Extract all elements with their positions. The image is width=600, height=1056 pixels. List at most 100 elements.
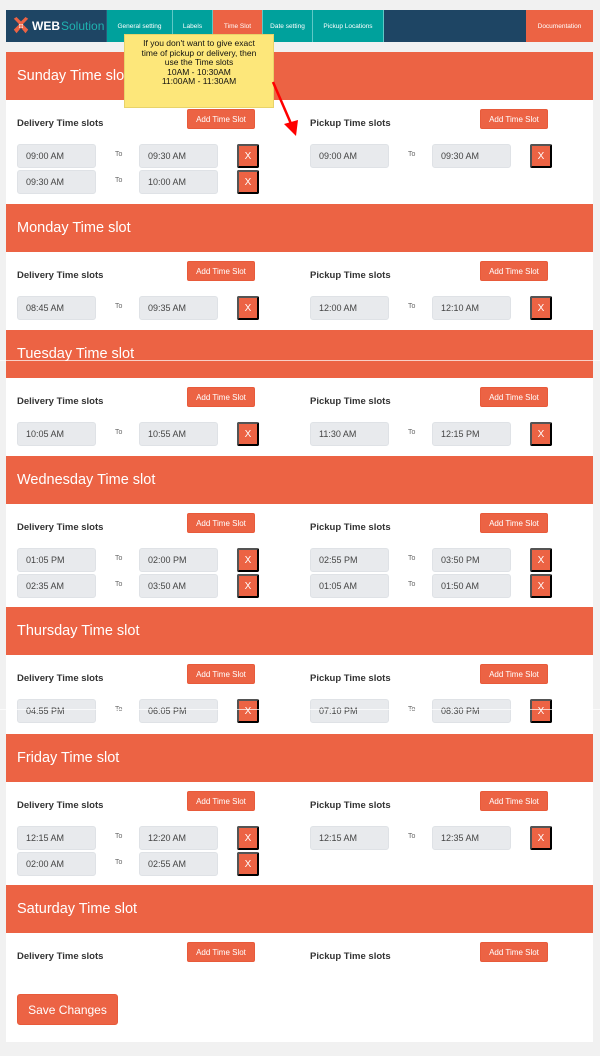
day-header: Friday Time slot [6, 734, 593, 782]
tab-pickup-locations[interactable]: Pickup Locations [313, 10, 384, 42]
start-time-input[interactable]: 07:10 PM [310, 699, 389, 723]
add-delivery-slot-button[interactable]: Add Time Slot [187, 261, 255, 281]
delivery-title: Delivery Time slots [17, 522, 104, 533]
start-time-input[interactable]: 01:05 PM [17, 548, 96, 572]
pickup-title: Pickup Time slots [310, 522, 391, 533]
remove-slot-button[interactable]: X [237, 422, 259, 446]
start-time-input[interactable]: 08:45 AM [17, 296, 96, 320]
delivery-title: Delivery Time slots [17, 800, 104, 811]
day-section: Tuesday Time slot Delivery Time slots Add … [6, 330, 593, 456]
end-time-input[interactable]: 10:55 AM [139, 422, 218, 446]
remove-slot-button[interactable]: X [530, 826, 552, 850]
remove-slot-button[interactable]: X [530, 548, 552, 572]
annotation-note: If you don't want to give exact time of … [124, 34, 274, 108]
delivery-slot-row: 02:00 AM To 02:55 AM X [17, 852, 260, 876]
remove-slot-button[interactable]: X [237, 852, 259, 876]
add-delivery-slot-button[interactable]: Add Time Slot [187, 942, 255, 962]
end-time-input[interactable]: 09:30 AM [139, 144, 218, 168]
start-time-input[interactable]: 01:05 AM [310, 574, 389, 598]
end-time-input[interactable]: 09:35 AM [139, 296, 218, 320]
delivery-title: Delivery Time slots [17, 118, 104, 129]
remove-slot-button[interactable]: X [237, 144, 259, 168]
delivery-title: Delivery Time slots [17, 396, 104, 407]
end-time-input[interactable]: 12:20 AM [139, 826, 218, 850]
delivery-slot-row: 04:55 PMTo06:05 PMX [17, 699, 260, 723]
add-delivery-slot-button[interactable]: Add Time Slot [187, 791, 255, 811]
remove-slot-button[interactable]: X [530, 296, 552, 320]
remove-slot-button[interactable]: X [237, 826, 259, 850]
add-pickup-slot-button[interactable]: Add Time Slot [480, 942, 548, 962]
end-time-input[interactable]: 08:30 PM [432, 699, 511, 723]
add-delivery-slot-button[interactable]: Add Time Slot [187, 513, 255, 533]
nav-spacer [384, 10, 526, 42]
add-delivery-slot-button[interactable]: Add Time Slot [187, 109, 255, 129]
add-pickup-slot-button[interactable]: Add Time Slot [480, 513, 548, 533]
to-label: To [115, 581, 123, 588]
day-body: Delivery Time slots Add Time Slot 12:15 AM… [6, 782, 593, 886]
time-slot-panel: Save Changes Sunday Time slot Delivery Ti… [6, 52, 593, 1042]
pickup-title: Pickup Time slots [310, 673, 391, 684]
day-section: Monday Time slot Delivery Time slots Add T… [6, 204, 593, 330]
tab-documentation[interactable]: Documentation [526, 10, 593, 42]
end-time-input[interactable]: 02:55 AM [139, 852, 218, 876]
logo: π WEB Solution [6, 10, 107, 42]
add-pickup-slot-button[interactable]: Add Time Slot [480, 261, 548, 281]
end-time-input[interactable]: 12:15 PM [432, 422, 511, 446]
end-time-input[interactable]: 06:05 PM [139, 699, 218, 723]
start-time-input[interactable]: 10:05 AM [17, 422, 96, 446]
pickup-title: Pickup Time slots [310, 270, 391, 281]
end-time-input[interactable]: 02:00 PM [139, 548, 218, 572]
add-delivery-slot-button[interactable]: Add Time Slot [187, 387, 255, 407]
day-header: Thursday Time slot [6, 607, 593, 655]
logo-text-web: WEB [32, 19, 60, 33]
screenshot-seam [0, 360, 600, 361]
delivery-slot-row: 01:05 PM To 02:00 PM X [17, 548, 260, 572]
day-body: Delivery Time slots Add Time Slot 01:05 PM… [6, 504, 593, 608]
start-time-input[interactable]: 02:35 AM [17, 574, 96, 598]
remove-slot-button[interactable]: X [237, 574, 259, 598]
logo-icon: π [13, 17, 29, 34]
end-time-input[interactable]: 09:30 AM [432, 144, 511, 168]
add-pickup-slot-button[interactable]: Add Time Slot [480, 109, 548, 129]
add-pickup-slot-button[interactable]: Add Time Slot [480, 387, 548, 407]
start-time-input[interactable]: 12:15 AM [310, 826, 389, 850]
pickup-slot-row: 12:15 AM To 12:35 AM X [310, 826, 553, 850]
start-time-input[interactable]: 04:55 PM [17, 699, 96, 723]
start-time-input[interactable]: 12:15 AM [17, 826, 96, 850]
end-time-input[interactable]: 03:50 PM [432, 548, 511, 572]
remove-slot-button[interactable]: X [237, 548, 259, 572]
remove-slot-button[interactable]: X [530, 422, 552, 446]
start-time-input[interactable]: 02:55 PM [310, 548, 389, 572]
to-label: To [115, 177, 123, 184]
remove-slot-button[interactable]: X [237, 699, 259, 723]
add-delivery-slot-button[interactable]: Add Time Slot [187, 664, 255, 684]
delivery-slot-row: 09:00 AM To 09:30 AM X [17, 144, 260, 168]
start-time-input[interactable]: 02:00 AM [17, 852, 96, 876]
delivery-title: Delivery Time slots [17, 951, 104, 962]
start-time-input[interactable]: 09:00 AM [310, 144, 389, 168]
remove-slot-button[interactable]: X [530, 699, 552, 723]
add-pickup-slot-button[interactable]: Add Time Slot [480, 664, 548, 684]
end-time-input[interactable]: 03:50 AM [139, 574, 218, 598]
to-label: To [408, 151, 416, 158]
end-time-input[interactable]: 01:50 AM [432, 574, 511, 598]
end-time-input[interactable]: 12:10 AM [432, 296, 511, 320]
remove-slot-button[interactable]: X [237, 296, 259, 320]
to-label: To [408, 303, 416, 310]
remove-slot-button[interactable]: X [530, 144, 552, 168]
end-time-input[interactable]: 12:35 AM [432, 826, 511, 850]
delivery-title: Delivery Time slots [17, 673, 104, 684]
pickup-title: Pickup Time slots [310, 951, 391, 962]
remove-slot-button[interactable]: X [237, 170, 259, 194]
start-time-input[interactable]: 09:00 AM [17, 144, 96, 168]
delivery-slot-row: 08:45 AM To 09:35 AM X [17, 296, 260, 320]
day-body: Delivery Time slots Add Time Slot 08:45 AM… [6, 252, 593, 330]
start-time-input[interactable]: 11:30 AM [310, 422, 389, 446]
day-body: Delivery Time slots Add Time Slot 04:55 PM… [6, 655, 593, 733]
start-time-input[interactable]: 09:30 AM [17, 170, 96, 194]
to-label: To [115, 833, 123, 840]
remove-slot-button[interactable]: X [530, 574, 552, 598]
add-pickup-slot-button[interactable]: Add Time Slot [480, 791, 548, 811]
end-time-input[interactable]: 10:00 AM [139, 170, 218, 194]
start-time-input[interactable]: 12:00 AM [310, 296, 389, 320]
